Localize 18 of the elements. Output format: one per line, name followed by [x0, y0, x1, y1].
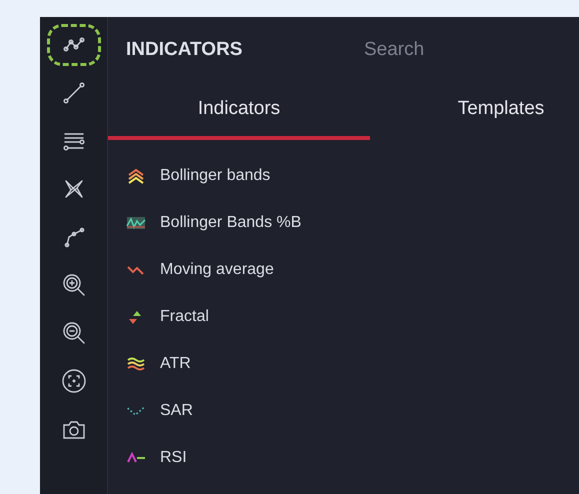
zigzag-icon [126, 264, 146, 274]
search-field[interactable]: Search [364, 36, 544, 64]
indicator-item[interactable]: ATR [126, 352, 191, 376]
dotted-curve-icon [126, 406, 146, 416]
indicator-item[interactable]: Moving average [126, 258, 274, 282]
tool-button[interactable] [48, 25, 100, 65]
panel-title: INDICATORS [126, 38, 244, 62]
indicator-item[interactable]: SAR [126, 398, 193, 422]
zoom-in-icon [60, 272, 86, 298]
indicator-item[interactable]: Bollinger bands [126, 164, 270, 188]
indicator-item[interactable]: RSI [126, 446, 187, 470]
trend-line-icon [60, 80, 86, 106]
fit-screen-icon [60, 368, 86, 394]
tab[interactable]: Indicators [108, 95, 370, 140]
tab[interactable]: Templates [370, 95, 579, 140]
indicator-item[interactable]: Fractal [126, 304, 209, 328]
zoom-out-icon [60, 320, 86, 346]
indicator-item[interactable]: Bollinger Bands %B [126, 210, 302, 234]
